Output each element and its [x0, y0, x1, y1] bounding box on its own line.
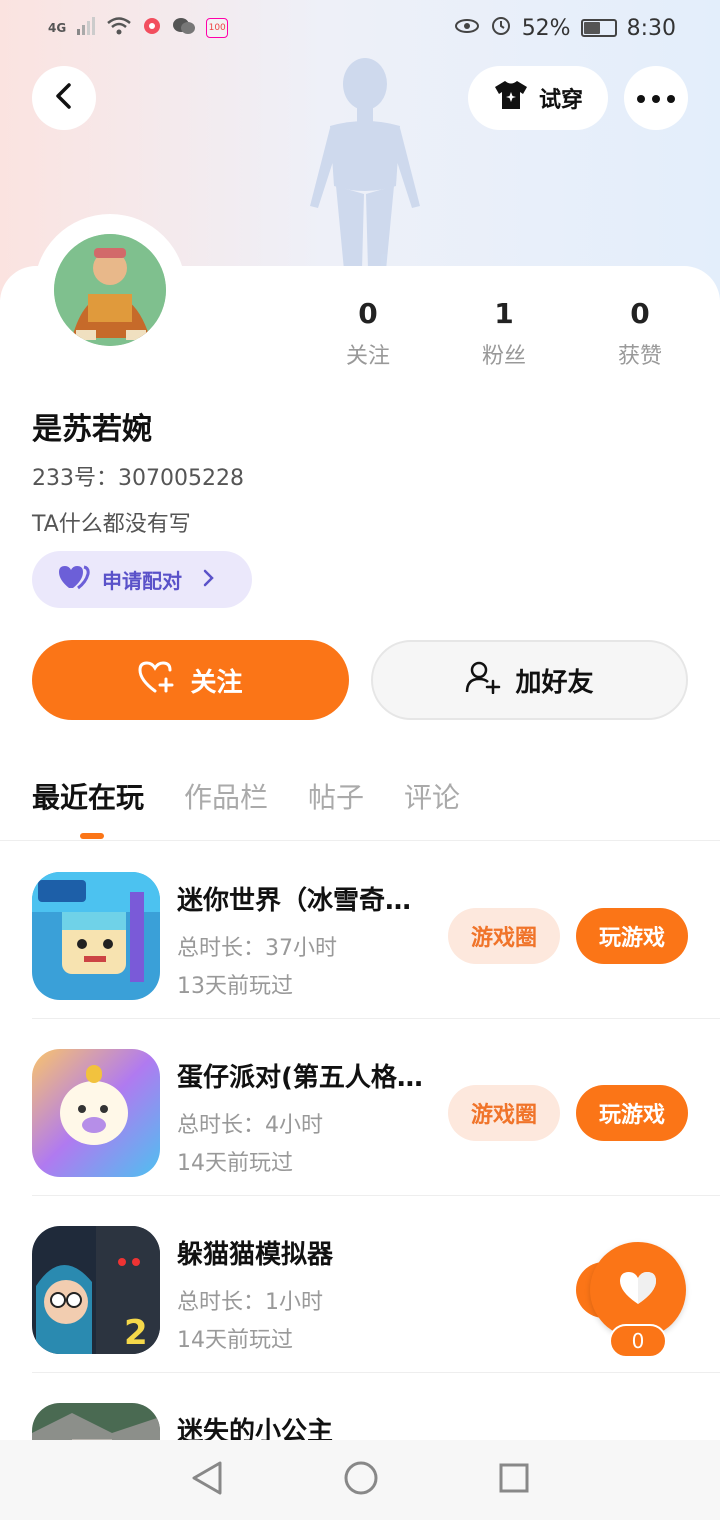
play-game-button[interactable]: 玩游戏 [576, 908, 688, 964]
nav-home-icon[interactable] [343, 1460, 379, 1500]
system-navigation-bar [0, 1440, 720, 1520]
stat-following-value: 0 [358, 297, 378, 330]
tab-posts[interactable]: 帖子 [308, 776, 364, 820]
game-last-played: 14天前玩过 [177, 1328, 293, 1353]
avatar[interactable] [54, 234, 166, 346]
tab-divider [0, 840, 720, 841]
user-bio: TA什么都没有写 [32, 512, 191, 537]
stat-fans-value: 1 [494, 297, 514, 330]
nav-back-icon[interactable] [190, 1460, 224, 1500]
stat-likes-label: 获赞 [617, 344, 662, 369]
battery-percent: 52% [521, 15, 571, 41]
heart-pair-icon [58, 564, 90, 595]
tab-works[interactable]: 作品栏 [184, 776, 268, 820]
try-on-button[interactable]: 试穿 [468, 66, 608, 130]
stat-likes[interactable]: 0 获赞 [572, 296, 708, 370]
app-notification-icon [142, 16, 162, 41]
heart-plus-icon [138, 660, 176, 701]
heart-icon [618, 1270, 658, 1310]
request-pair-label: 申请配对 [102, 569, 182, 593]
signal-icon [76, 16, 96, 40]
network-type: 4G [48, 21, 67, 35]
like-count-badge: 0 [609, 1324, 667, 1358]
game-total-time: 总时长：1小时 [177, 1290, 323, 1315]
game-circle-button[interactable]: 游戏圈 [448, 1085, 560, 1141]
follow-label: 关注 [190, 667, 243, 698]
play-game-button[interactable]: 玩游戏 [576, 1085, 688, 1141]
try-on-label: 试穿 [538, 88, 583, 113]
user-id: 233号：307005228 [32, 466, 244, 491]
wechat-icon [172, 16, 196, 41]
more-dots-icon [636, 89, 676, 108]
game-last-played: 13天前玩过 [177, 974, 293, 999]
profile-tabs: 最近在玩 作品栏 帖子 评论 [32, 776, 460, 820]
stat-fans[interactable]: 1 粉丝 [436, 296, 572, 370]
add-friend-label: 加好友 [515, 667, 594, 698]
game-total-time: 总时长：4小时 [177, 1113, 323, 1138]
game-icon-eggy-party [32, 1049, 160, 1177]
profile-stats: 0 关注 1 粉丝 0 获赞 [300, 296, 720, 370]
stat-following[interactable]: 0 关注 [300, 296, 436, 370]
nav-recents-icon[interactable] [498, 1462, 530, 1498]
app-badge-icon: 100 [206, 18, 229, 38]
eye-comfort-icon [454, 16, 480, 41]
tshirt-icon [493, 79, 529, 117]
alarm-icon [490, 14, 512, 42]
follow-button[interactable]: 关注 [32, 640, 349, 720]
battery-icon [580, 19, 617, 37]
game-icon-hide-and-seek: 2 [32, 1226, 160, 1354]
clock-time: 8:30 [626, 15, 676, 41]
user-plus-icon [465, 660, 501, 701]
avatar-3d-figure [300, 56, 430, 270]
back-button[interactable] [32, 66, 96, 130]
stat-likes-value: 0 [630, 297, 650, 330]
list-item[interactable]: 迷你世界（冰雪奇… 总时长：37小时 13天前玩过 游戏圈 玩游戏 [32, 842, 720, 1019]
svg-text:2: 2 [124, 1313, 148, 1353]
game-icon-mini-world [32, 872, 160, 1000]
chevron-right-icon [202, 568, 214, 592]
request-pair-button[interactable]: 申请配对 [32, 551, 252, 608]
game-name: 迷你世界（冰雪奇… [177, 886, 412, 916]
game-last-played: 14天前玩过 [177, 1151, 293, 1176]
game-total-time: 总时长：37小时 [177, 936, 337, 961]
status-bar: 4G 100 52% 8:30 [0, 0, 720, 56]
add-friend-button[interactable]: 加好友 [371, 640, 688, 720]
chevron-left-icon [52, 82, 76, 114]
username: 是苏若婉 [32, 412, 152, 447]
active-tab-indicator [80, 833, 104, 839]
wifi-icon [106, 16, 132, 41]
stat-fans-label: 粉丝 [481, 344, 526, 369]
game-name: 躲猫猫模拟器 [177, 1240, 334, 1270]
game-circle-button[interactable]: 游戏圈 [448, 908, 560, 964]
tab-comments[interactable]: 评论 [404, 776, 460, 820]
tab-recently-played[interactable]: 最近在玩 [32, 776, 144, 820]
list-item[interactable]: 蛋仔派对(第五人格… 总时长：4小时 14天前玩过 游戏圈 玩游戏 [32, 1019, 720, 1196]
more-options-button[interactable] [624, 66, 688, 130]
game-name: 蛋仔派对(第五人格… [177, 1063, 423, 1093]
stat-following-label: 关注 [345, 344, 390, 369]
